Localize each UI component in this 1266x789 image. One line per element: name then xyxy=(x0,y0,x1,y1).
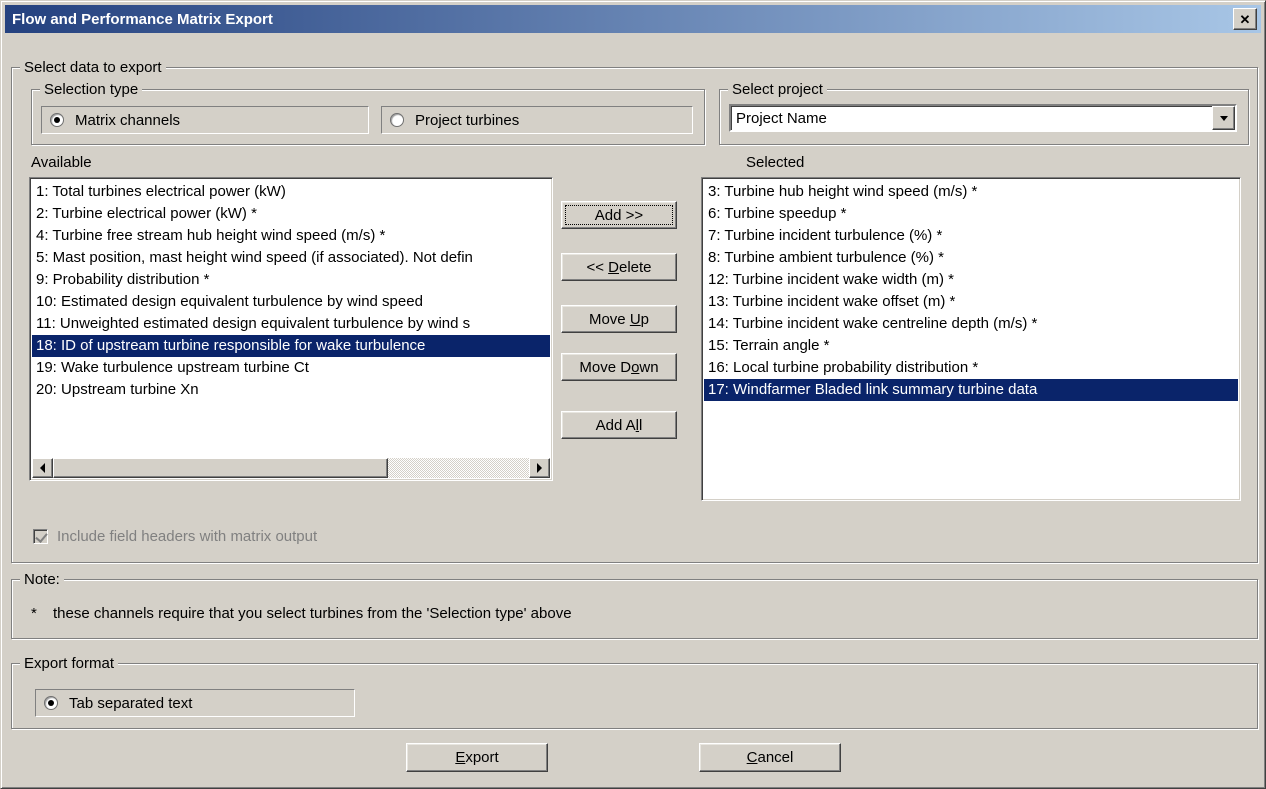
group-selection-type-label: Selection type xyxy=(40,80,142,99)
list-item[interactable]: 13: Turbine incident wake offset (m) * xyxy=(704,291,1238,313)
list-item[interactable]: 15: Terrain angle * xyxy=(704,335,1238,357)
project-dropdown-value: Project Name xyxy=(731,110,1212,127)
list-item[interactable]: 20: Upstream turbine Xn xyxy=(32,379,550,401)
chevron-down-icon xyxy=(1220,116,1228,121)
available-list-label: Available xyxy=(31,154,92,171)
note-text: *these channels require that you select … xyxy=(31,605,572,622)
title-bar[interactable]: Flow and Performance Matrix Export ✕ xyxy=(5,5,1261,33)
available-rows: 1: Total turbines electrical power (kW) … xyxy=(32,181,550,401)
checkbox-icon[interactable] xyxy=(33,529,48,544)
list-item[interactable]: 14: Turbine incident wake centreline dep… xyxy=(704,313,1238,335)
group-select-project-label: Select project xyxy=(728,80,827,99)
add-button-label: Add >> xyxy=(595,207,643,224)
radio-option-tab-separated-text[interactable]: Tab separated text xyxy=(35,689,355,717)
project-dropdown[interactable]: Project Name xyxy=(729,104,1237,132)
list-item[interactable]: 9: Probability distribution * xyxy=(32,269,550,291)
list-item[interactable]: 5: Mast position, mast height wind speed… xyxy=(32,247,550,269)
radio-option-project-turbines[interactable]: Project turbines xyxy=(381,106,693,134)
dialog-flow-performance-matrix-export: Flow and Performance Matrix Export ✕ Sel… xyxy=(0,0,1266,789)
selected-listbox[interactable]: 3: Turbine hub height wind speed (m/s) *… xyxy=(701,177,1241,501)
dropdown-arrow-button[interactable] xyxy=(1212,106,1235,130)
scrollbar-thumb[interactable] xyxy=(53,458,388,478)
radio-icon[interactable] xyxy=(44,696,58,710)
list-item[interactable]: 1: Total turbines electrical power (kW) xyxy=(32,181,550,203)
list-item[interactable]: 10: Estimated design equivalent turbulen… xyxy=(32,291,550,313)
add-all-button[interactable]: Add All xyxy=(561,411,677,439)
radio-label: Matrix channels xyxy=(75,112,180,129)
group-select-data-label: Select data to export xyxy=(20,58,166,77)
export-button[interactable]: Export xyxy=(406,743,548,772)
arrow-right-icon xyxy=(537,463,542,473)
cancel-button[interactable]: Cancel xyxy=(699,743,841,772)
available-listbox[interactable]: 1: Total turbines electrical power (kW) … xyxy=(29,177,553,481)
horizontal-scrollbar[interactable] xyxy=(32,458,550,478)
list-item[interactable]: 11: Unweighted estimated design equivale… xyxy=(32,313,550,335)
list-item[interactable]: 7: Turbine incident turbulence (%) * xyxy=(704,225,1238,247)
list-item-selected[interactable]: 18: ID of upstream turbine responsible f… xyxy=(32,335,550,357)
radio-icon[interactable] xyxy=(50,113,64,127)
include-headers-checkbox[interactable]: Include field headers with matrix output xyxy=(33,528,317,545)
list-item[interactable]: 2: Turbine electrical power (kW) * xyxy=(32,203,550,225)
note-body: these channels require that you select t… xyxy=(53,605,572,622)
note-asterisk: * xyxy=(31,605,53,622)
list-item[interactable]: 16: Local turbine probability distributi… xyxy=(704,357,1238,379)
move-up-button[interactable]: Move Up xyxy=(561,305,677,333)
list-item[interactable]: 3: Turbine hub height wind speed (m/s) * xyxy=(704,181,1238,203)
delete-button[interactable]: << Delete xyxy=(561,253,677,281)
close-button[interactable]: ✕ xyxy=(1233,8,1257,30)
radio-option-matrix-channels[interactable]: Matrix channels xyxy=(41,106,369,134)
scrollbar-right-button[interactable] xyxy=(529,458,550,478)
list-item[interactable]: 12: Turbine incident wake width (m) * xyxy=(704,269,1238,291)
list-item[interactable]: 4: Turbine free stream hub height wind s… xyxy=(32,225,550,247)
scrollbar-left-button[interactable] xyxy=(32,458,53,478)
move-down-button[interactable]: Move Down xyxy=(561,353,677,381)
radio-label: Project turbines xyxy=(415,112,519,129)
close-icon: ✕ xyxy=(1240,13,1251,26)
selected-rows: 3: Turbine hub height wind speed (m/s) *… xyxy=(704,181,1238,401)
radio-label: Tab separated text xyxy=(69,695,192,712)
selected-list-label: Selected xyxy=(746,154,804,171)
check-mark-icon xyxy=(35,530,47,543)
list-item[interactable]: 6: Turbine speedup * xyxy=(704,203,1238,225)
add-button[interactable]: Add >> xyxy=(561,201,677,229)
arrow-left-icon xyxy=(40,463,45,473)
list-item[interactable]: 19: Wake turbulence upstream turbine Ct xyxy=(32,357,550,379)
group-export-format-label: Export format xyxy=(20,654,118,673)
radio-icon[interactable] xyxy=(390,113,404,127)
list-item[interactable]: 8: Turbine ambient turbulence (%) * xyxy=(704,247,1238,269)
list-item-selected[interactable]: 17: Windfarmer Bladed link summary turbi… xyxy=(704,379,1238,401)
include-headers-label: Include field headers with matrix output xyxy=(57,528,317,545)
group-note-label: Note: xyxy=(20,570,64,589)
dialog-title: Flow and Performance Matrix Export xyxy=(12,11,1233,28)
